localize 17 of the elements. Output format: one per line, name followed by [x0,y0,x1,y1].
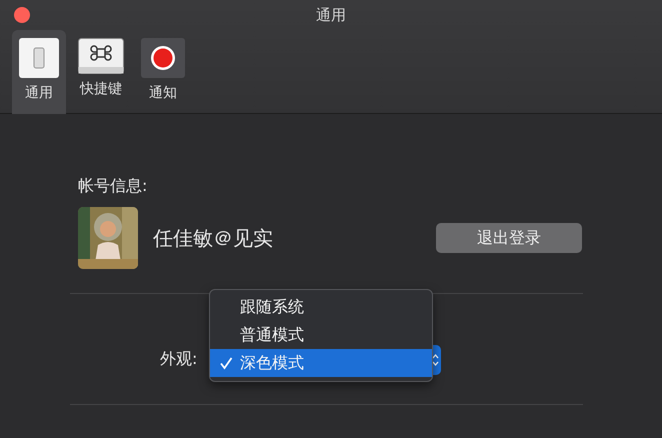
menu-item[interactable]: 普通模式 [210,321,432,349]
appearance-label: 外观: [160,349,198,370]
toolbar-tab[interactable]: 通用 [12,30,66,114]
close-button[interactable] [14,7,30,23]
section-heading: 帐号信息: [78,176,148,197]
menu-item[interactable]: 深色模式 [210,349,432,377]
check-icon [219,356,233,370]
window-title: 通用 [316,6,346,24]
switch-icon [19,38,59,78]
account-name: 任佳敏＠见实 [153,224,274,252]
toolbar-tab[interactable]: 快捷键 [68,30,134,114]
toolbar-tab[interactable]: 通知 [136,30,190,114]
command-key-icon [78,38,124,74]
chevrons-icon [432,353,439,367]
logout-button[interactable]: 退出登录 [436,223,582,253]
menu-item[interactable]: 跟随系统 [210,293,432,321]
record-icon [141,38,185,78]
